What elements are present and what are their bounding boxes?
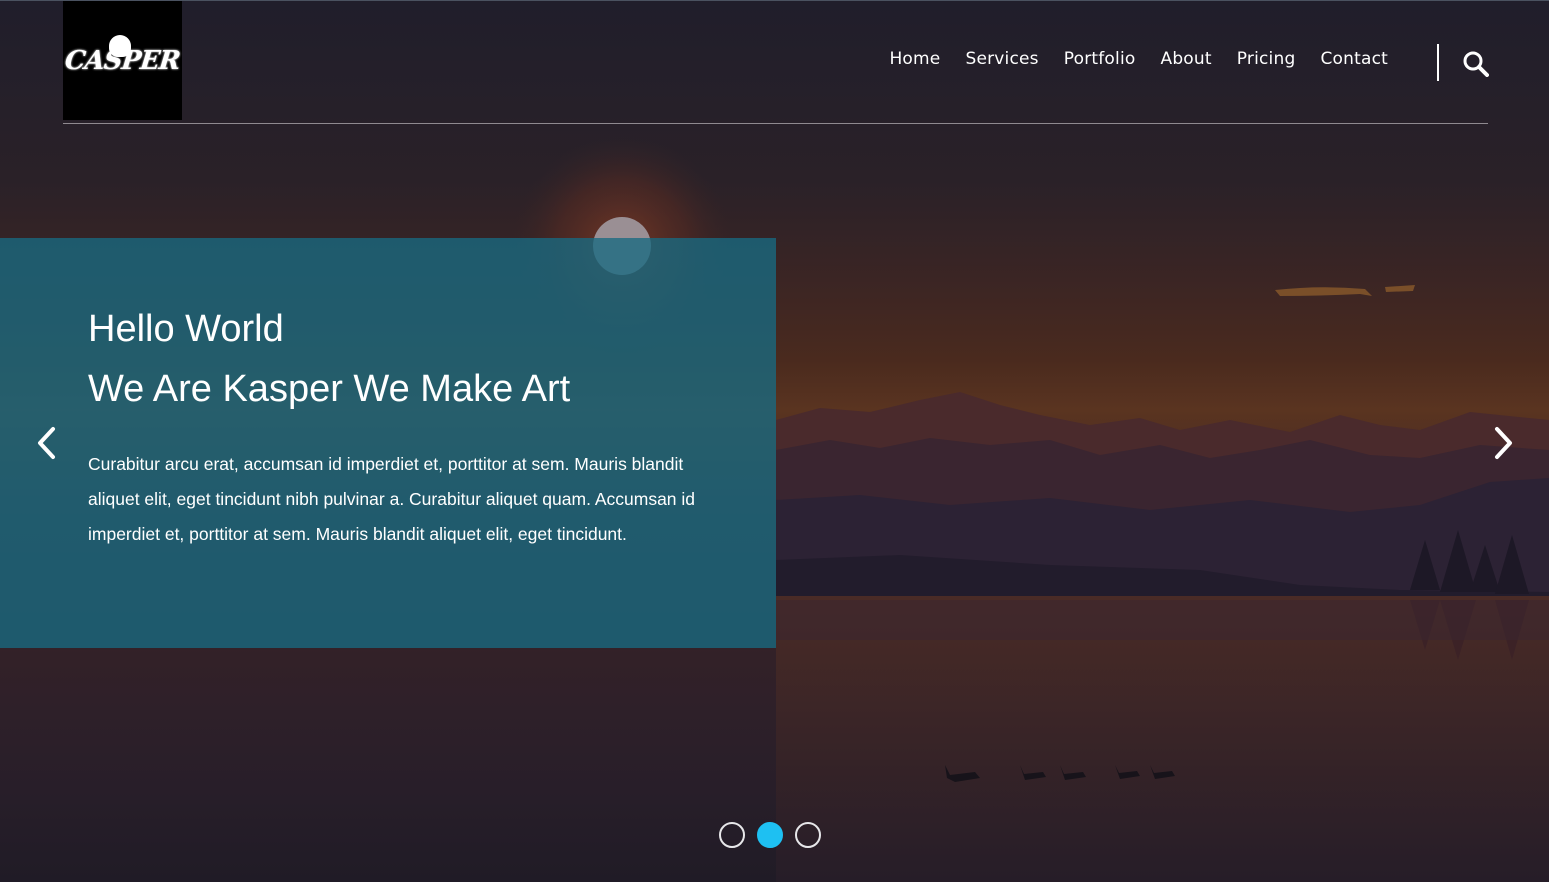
hero-title-line1: Hello World <box>88 308 284 350</box>
nav-divider <box>1437 44 1439 81</box>
top-border <box>0 0 1549 1</box>
nav-link-pricing[interactable]: Pricing <box>1237 49 1296 69</box>
header-divider <box>63 123 1488 124</box>
hero-description: Curabitur arcu erat, accumsan id imperdi… <box>88 454 696 544</box>
hero-slider: CASPER Home Services Portfolio About Pri… <box>0 0 1549 882</box>
main-nav: Home Services Portfolio About Pricing Co… <box>864 49 1388 69</box>
logo-text: CASPER <box>63 45 182 76</box>
chevron-left-icon[interactable] <box>34 424 58 462</box>
carousel-dot-2[interactable] <box>757 822 783 848</box>
carousel-dot-3[interactable] <box>795 822 821 848</box>
hero-title-line2: We Are Kasper We Make Art <box>88 368 571 410</box>
chevron-right-icon[interactable] <box>1492 424 1516 462</box>
nav-link-contact[interactable]: Contact <box>1320 49 1388 69</box>
nav-link-services[interactable]: Services <box>965 49 1038 69</box>
search-icon[interactable] <box>1462 50 1489 77</box>
carousel-indicators <box>719 822 821 848</box>
hero-caption-panel <box>0 238 776 648</box>
carousel-dot-1[interactable] <box>719 822 745 848</box>
nav-link-home[interactable]: Home <box>889 49 940 69</box>
casper-logo[interactable]: CASPER <box>63 1 182 120</box>
nav-link-about[interactable]: About <box>1160 49 1211 69</box>
nav-link-portfolio[interactable]: Portfolio <box>1064 49 1136 69</box>
